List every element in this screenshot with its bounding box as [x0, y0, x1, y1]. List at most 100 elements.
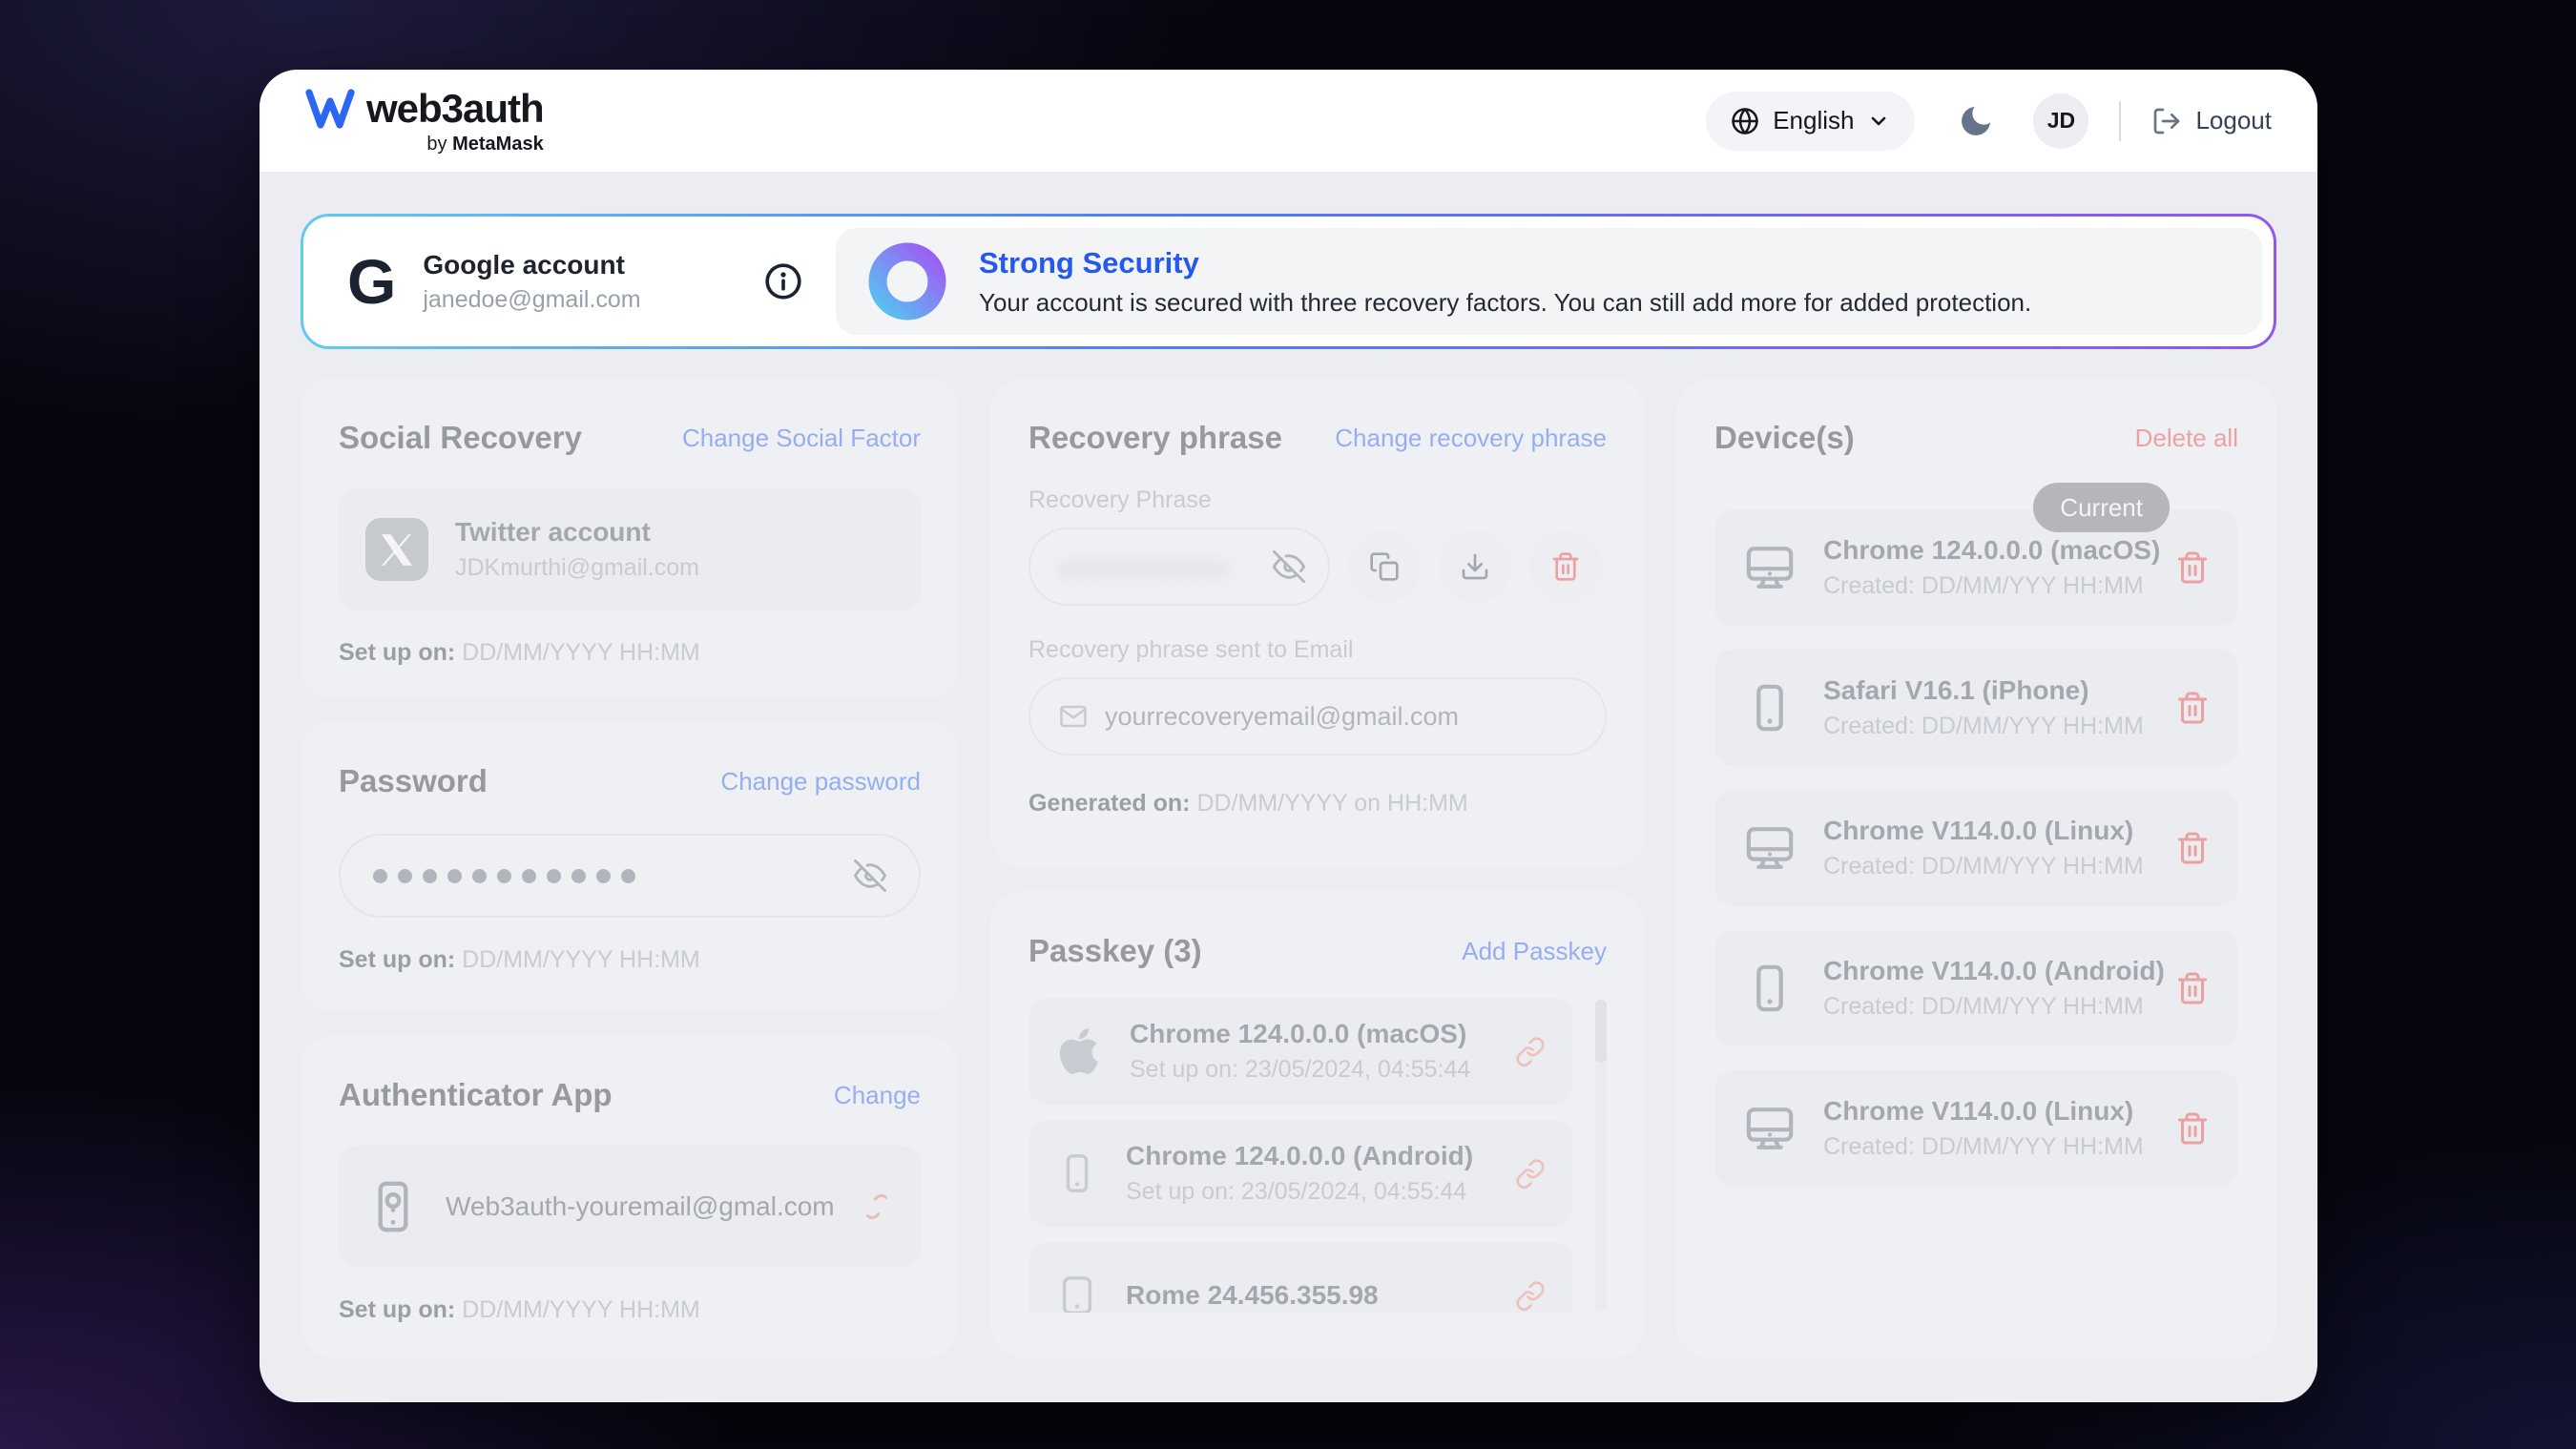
- passkey-row-title: Chrome 124.0.0.0 (Android): [1126, 1141, 1473, 1171]
- mail-icon: [1059, 702, 1088, 731]
- security-status-description: Your account is secured with three recov…: [979, 288, 2031, 318]
- phone-icon: [1055, 1151, 1099, 1195]
- device-row: Chrome V114.0.0 (Linux) Created: DD/MM/Y…: [1714, 1070, 2238, 1187]
- recovery-generated-meta: Generated on: DD/MM/YYYY on HH:MM: [1028, 790, 1607, 818]
- passkey-row-subtitle: Set up on: 23/05/2024, 04:55:44: [1130, 1056, 1470, 1084]
- change-password-link[interactable]: Change password: [720, 767, 921, 797]
- brand-name: web3auth: [366, 86, 544, 132]
- passkey-scrollbar: [1595, 1000, 1607, 1311]
- delete-phrase-button[interactable]: [1529, 530, 1602, 603]
- device-row: Chrome V114.0.0 (Linux) Created: DD/MM/Y…: [1714, 790, 2238, 906]
- unlink-passkey-button[interactable]: [1515, 1036, 1546, 1066]
- delete-all-devices-link[interactable]: Delete all: [2135, 424, 2238, 453]
- unlink-authenticator-button[interactable]: [860, 1190, 894, 1224]
- password-setup-meta: Set up on: DD/MM/YYYY HH:MM: [339, 946, 921, 974]
- web3auth-logo-icon: [305, 88, 355, 130]
- delete-device-button[interactable]: [2175, 971, 2210, 1005]
- link-icon: [1515, 1036, 1546, 1066]
- social-setup-meta: Set up on: DD/MM/YYYY HH:MM: [339, 639, 921, 667]
- passkey-row-subtitle: Set up on: 23/05/2024, 04:55:44: [1126, 1178, 1473, 1206]
- desktop-icon: [1743, 541, 1797, 594]
- chevron-down-icon: [1867, 110, 1890, 133]
- desktop-icon: [1743, 1102, 1797, 1155]
- recovery-phrase-input[interactable]: xxxxxxxxxxxxxx: [1028, 528, 1330, 606]
- passkey-list: Chrome 124.0.0.0 (macOS) Set up on: 23/0…: [1028, 998, 1607, 1313]
- authenticator-row: Web3auth-youremail@gmal.com: [339, 1146, 921, 1268]
- trash-icon: [2175, 1111, 2210, 1146]
- app-window: web3auth by MetaMask English JD Logout: [260, 70, 2317, 1402]
- link-icon: [1515, 1280, 1546, 1311]
- authenticator-title: Authenticator App: [339, 1077, 613, 1113]
- recovery-email-input[interactable]: yourrecoveryemail@gmail.com: [1028, 677, 1607, 756]
- broken-link-icon: [860, 1190, 894, 1224]
- phone-icon: [1743, 681, 1797, 735]
- copy-icon: [1369, 551, 1400, 582]
- avatar[interactable]: JD: [2033, 93, 2088, 149]
- device-row-title: Chrome V114.0.0 (Android): [1823, 956, 2165, 986]
- device-row: Chrome V114.0.0 (Android) Created: DD/MM…: [1714, 930, 2238, 1046]
- device-row-title: Chrome 124.0.0.0 (macOS): [1823, 535, 2160, 566]
- download-phrase-button[interactable]: [1439, 530, 1511, 603]
- social-recovery-card: Social Recovery Change Social Factor Twi…: [301, 378, 959, 698]
- passkey-title: Passkey (3): [1028, 933, 1202, 969]
- change-authenticator-link[interactable]: Change: [834, 1081, 921, 1110]
- device-row: Current Chrome 124.0.0.0 (macOS) Created…: [1714, 509, 2238, 626]
- eye-off-icon[interactable]: [1273, 550, 1305, 583]
- trash-icon: [2175, 691, 2210, 725]
- passkey-row: Rome 24.456.355.98: [1028, 1242, 1572, 1313]
- language-label: English: [1773, 106, 1854, 135]
- web3auth-logo: web3auth by MetaMask: [305, 86, 544, 155]
- google-logo: G: [347, 250, 396, 313]
- current-device-badge: Current: [2033, 483, 2170, 532]
- phone-icon: [1743, 962, 1797, 1015]
- logout-icon: [2151, 106, 2182, 136]
- recovery-phrase-label: Recovery Phrase: [1028, 486, 1607, 514]
- info-icon[interactable]: [763, 261, 803, 301]
- security-strength-ring: [868, 242, 946, 321]
- unlink-passkey-button[interactable]: [1515, 1158, 1546, 1189]
- authenticator-setup-meta: Set up on: DD/MM/YYYY HH:MM: [339, 1296, 921, 1324]
- delete-device-button[interactable]: [2175, 550, 2210, 585]
- tablet-icon: [1055, 1273, 1099, 1313]
- dark-mode-toggle-moon-icon[interactable]: [1957, 102, 1995, 140]
- authenticator-email: Web3auth-youremail@gmal.com: [446, 1191, 835, 1222]
- copy-phrase-button[interactable]: [1348, 530, 1421, 603]
- trash-icon: [2175, 550, 2210, 585]
- twitter-row-email: JDKmurthi@gmail.com: [455, 554, 699, 582]
- language-selector[interactable]: English: [1706, 92, 1915, 151]
- delete-device-button[interactable]: [2175, 1111, 2210, 1146]
- social-recovery-title: Social Recovery: [339, 420, 582, 456]
- unlink-passkey-button[interactable]: [1515, 1280, 1546, 1311]
- devices-title: Device(s): [1714, 420, 1855, 456]
- eye-off-icon[interactable]: [854, 859, 886, 892]
- logout-label: Logout: [2195, 106, 2272, 135]
- logout-button[interactable]: Logout: [2151, 106, 2272, 136]
- globe-icon: [1731, 107, 1759, 135]
- devices-card: Device(s) Delete all Current Chrome 124.…: [1676, 378, 2276, 1358]
- link-icon: [1515, 1158, 1546, 1189]
- recovery-phrase-title: Recovery phrase: [1028, 420, 1282, 456]
- phone-pin-icon: [365, 1179, 421, 1234]
- authenticator-card: Authenticator App Change Web3auth-yourem…: [301, 1035, 959, 1358]
- recovery-phrase-masked-value: xxxxxxxxxxxxxx: [1059, 552, 1231, 582]
- delete-device-button[interactable]: [2175, 831, 2210, 865]
- twitter-x-icon: [365, 518, 428, 581]
- passkey-row: Chrome 124.0.0.0 (macOS) Set up on: 23/0…: [1028, 998, 1572, 1105]
- add-passkey-link[interactable]: Add Passkey: [1462, 937, 1607, 966]
- twitter-row-title: Twitter account: [455, 517, 699, 548]
- desktop-icon: [1743, 821, 1797, 875]
- passkey-row-title: Chrome 124.0.0.0 (macOS): [1130, 1019, 1470, 1049]
- device-row-subtitle: Created: DD/MM/YYY HH:MM: [1823, 713, 2144, 740]
- header-divider: [2119, 101, 2121, 141]
- delete-device-button[interactable]: [2175, 691, 2210, 725]
- change-social-factor-link[interactable]: Change Social Factor: [682, 424, 921, 453]
- device-row-subtitle: Created: DD/MM/YYY HH:MM: [1823, 993, 2165, 1021]
- apple-icon: [1055, 1027, 1103, 1075]
- device-row: Safari V16.1 (iPhone) Created: DD/MM/YYY…: [1714, 650, 2238, 766]
- device-row-title: Chrome V114.0.0 (Linux): [1823, 1096, 2144, 1127]
- password-field[interactable]: [339, 834, 921, 918]
- passkey-scrollbar-thumb[interactable]: [1595, 1000, 1607, 1063]
- recovery-email-label: Recovery phrase sent to Email: [1028, 636, 1607, 664]
- device-row-title: Chrome V114.0.0 (Linux): [1823, 816, 2144, 846]
- change-recovery-phrase-link[interactable]: Change recovery phrase: [1335, 424, 1607, 453]
